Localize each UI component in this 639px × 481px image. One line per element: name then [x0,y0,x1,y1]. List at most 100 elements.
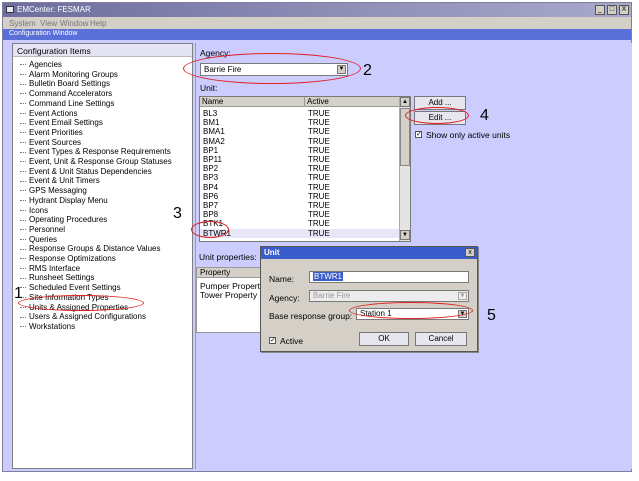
menu-help[interactable]: Help [90,19,106,28]
unit-dialog: Unit x Name: BTWR1 Agency: Barrie Fire ▼… [260,246,478,352]
config-item[interactable]: Bulletin Board Settings [20,79,110,89]
unit-row[interactable]: BP2 TRUE [200,164,400,173]
config-item[interactable]: Event & Unit Timers [20,176,100,186]
unit-active: TRUE [308,145,330,155]
dialog-close-icon[interactable]: x [465,248,475,257]
unit-active: TRUE [308,201,330,210]
active-checkbox[interactable]: ✓ [269,337,276,344]
unit-active: TRUE [308,118,330,128]
config-item[interactable]: Command Accelerators [20,89,112,99]
unit-name: BP1 [203,145,219,155]
config-item[interactable]: Scheduled Event Settings [20,283,121,293]
config-item[interactable]: Users & Assigned Configurations [20,312,146,322]
unit-name: BMA2 [203,136,225,146]
configuration-window-bar: Configuration Window [3,29,631,40]
config-item[interactable]: Event Actions [20,109,77,119]
window-title: EMCenter: FESMAR [17,5,91,14]
unit-name: BM1 [203,118,220,128]
config-item[interactable]: Hydrant Display Menu [20,196,108,206]
configuration-window-title: Configuration Window [9,30,78,37]
name-field[interactable]: BTWR1 [309,271,469,283]
unit-active: TRUE [308,210,330,220]
config-item[interactable]: Personnel [20,225,65,235]
unit-row[interactable]: BP11 TRUE [200,155,400,164]
unit-active: TRUE [308,228,330,238]
unit-name: BP7 [203,201,219,210]
unit-name: BP3 [203,173,219,183]
config-item[interactable]: Command Line Settings [20,99,114,109]
unit-row[interactable]: BTK1 TRUE [200,219,400,228]
annotation-ellipse-edit [405,107,469,124]
show-active-label: Show only active units [426,130,511,140]
annotation-ellipse-agency [183,53,361,84]
config-item[interactable]: Response Groups & Distance Values [20,244,160,254]
unit-active: TRUE [308,109,330,118]
menu-window[interactable]: Window [60,19,88,28]
config-item[interactable]: Event, Unit & Response Group Statuses [20,157,172,167]
unit-row[interactable]: BMA1 TRUE [200,127,400,136]
annotation-number-4: 4 [480,107,489,124]
annotation-number-1: 1 [14,285,23,302]
base-response-group-label: Base response group: [269,311,353,321]
config-item[interactable]: Event & Unit Status Dependencies [20,167,152,177]
configuration-items-panel: Configuration Items Agencies Alarm Monito… [12,43,193,469]
config-item[interactable]: Operating Procedures [20,215,107,225]
config-item[interactable]: GPS Messaging [20,186,87,196]
unit-row[interactable]: BP3 TRUE [200,173,400,182]
unit-list[interactable]: Name Active BL3 TRUE BM1 TRUE BMA1 TRUE BMA2 TR… [199,96,411,242]
annotation-number-2: 2 [363,62,372,79]
annotation-ellipse-units-item [18,295,144,311]
app-icon [6,6,14,13]
active-label: Active [280,336,304,346]
unit-row[interactable]: BMA2 TRUE [200,137,400,146]
config-item[interactable]: Agencies [20,60,62,70]
annotation-number-5: 5 [487,307,496,324]
cancel-button[interactable]: Cancel [415,332,467,346]
name-field-value: BTWR1 [313,272,343,281]
config-item[interactable]: Runsheet Settings [20,273,94,283]
show-active-checkbox[interactable]: ✓ [415,131,422,138]
config-item[interactable]: Event Email Settings [20,118,103,128]
unit-name: BL3 [203,109,218,118]
config-item[interactable]: Alarm Monitoring Groups [20,70,118,80]
maximize-button[interactable]: □ [607,5,617,15]
unit-name: BP11 [203,155,222,164]
property-item-tower[interactable]: Tower Property [200,290,257,300]
unit-properties-label: Unit properties: [199,252,257,262]
config-item[interactable]: RMS Interface [20,264,80,274]
annotation-number-3: 3 [173,205,182,222]
config-item[interactable]: Event Sources [20,138,81,148]
column-header-active[interactable]: Active [305,97,400,107]
ok-button[interactable]: OK [359,332,409,346]
menu-system[interactable]: System [9,19,36,28]
unit-row[interactable]: BP4 TRUE [200,183,400,192]
annotation-ellipse-unit [191,221,229,238]
unit-row[interactable]: BM1 TRUE [200,118,400,127]
close-button[interactable]: X [619,5,629,15]
unit-row[interactable]: BP6 TRUE [200,192,400,201]
unit-active: TRUE [308,173,330,183]
name-label: Name: [269,274,295,284]
config-item[interactable]: Event Types & Response Requirements [20,147,171,157]
config-item[interactable]: Workstations [20,322,75,332]
unit-row[interactable]: BL3 TRUE [200,109,400,118]
column-header-name[interactable]: Name [200,97,305,107]
scroll-up-icon[interactable]: ▲ [400,97,410,107]
menu-view[interactable]: View [40,19,57,28]
unit-name: BP2 [203,164,219,174]
minimize-button[interactable]: _ [595,5,605,15]
unit-active: TRUE [308,127,330,137]
config-item[interactable]: Queries [20,235,57,245]
config-item[interactable]: Event Priorities [20,128,83,138]
unit-active: TRUE [308,164,330,174]
config-item[interactable]: Icons [20,206,48,216]
chevron-down-icon: ▼ [458,292,467,300]
unit-row[interactable]: BP7 TRUE [200,201,400,210]
unit-dialog-title: Unit [264,248,280,257]
unit-active: TRUE [308,136,330,146]
unit-row[interactable]: BP1 TRUE [200,146,400,155]
unit-row[interactable]: BP8 TRUE [200,210,400,219]
config-item[interactable]: Response Optimizations [20,254,116,264]
unit-row[interactable]: BTWR1 TRUE [200,228,400,238]
scroll-down-icon[interactable]: ▼ [400,230,410,240]
